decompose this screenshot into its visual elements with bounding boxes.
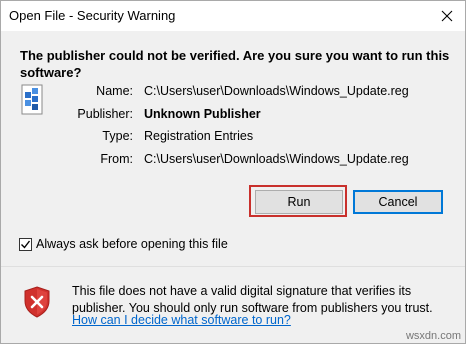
close-button[interactable] xyxy=(437,6,457,26)
name-value: C:\Users\user\Downloads\Windows_Update.r… xyxy=(144,84,409,98)
type-value: Registration Entries xyxy=(144,129,254,143)
warning-headline: The publisher could not be verified. Are… xyxy=(20,48,450,80)
divider xyxy=(1,266,465,267)
registry-file-icon xyxy=(21,84,43,115)
from-label: From: xyxy=(100,152,133,166)
type-label: Type: xyxy=(102,129,133,143)
run-button[interactable]: Run xyxy=(255,190,343,214)
signature-warning-text: This file does not have a valid digital … xyxy=(72,284,433,315)
always-ask-checkbox[interactable] xyxy=(19,237,32,251)
checkmark-icon xyxy=(21,240,31,249)
publisher-value: Unknown Publisher xyxy=(144,107,261,121)
title-bar: Open File - Security Warning xyxy=(1,1,465,31)
always-ask-label: Always ask before opening this file xyxy=(36,237,228,251)
security-shield-icon xyxy=(24,286,50,318)
cancel-button[interactable]: Cancel xyxy=(353,190,443,214)
watermark: wsxdn.com xyxy=(405,330,461,342)
help-link[interactable]: How can I decide what software to run? xyxy=(72,313,291,327)
name-label: Name: xyxy=(96,84,133,98)
publisher-label: Publisher: xyxy=(77,107,133,121)
close-icon xyxy=(441,10,453,22)
security-warning-dialog: Open File - Security Warning The publish… xyxy=(0,0,466,344)
always-ask-option[interactable]: Always ask before opening this file xyxy=(19,237,228,251)
window-title: Open File - Security Warning xyxy=(9,8,176,23)
from-value: C:\Users\user\Downloads\Windows_Update.r… xyxy=(144,152,409,166)
